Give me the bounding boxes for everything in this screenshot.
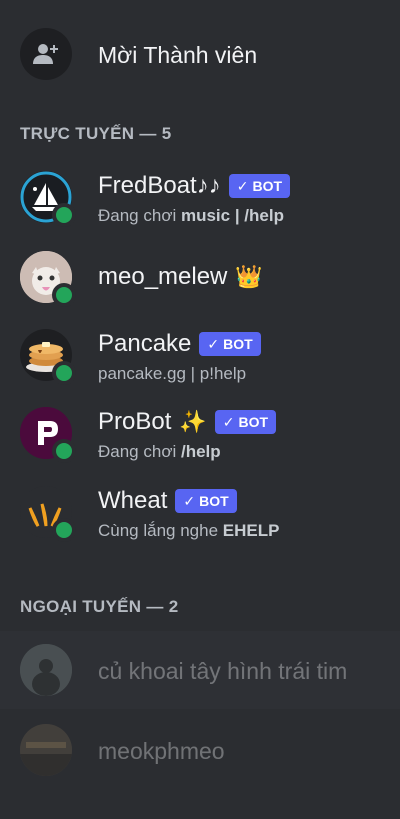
invite-members-label: Mời Thành viên <box>98 42 258 68</box>
checkmark-icon: ✓ <box>183 492 196 509</box>
avatar <box>20 724 72 776</box>
checkmark-icon: ✓ <box>222 413 235 430</box>
sparkles-icon: ✨ <box>179 409 207 434</box>
member-activity: Đang chơi /help <box>98 442 221 461</box>
online-status-dot <box>52 203 76 227</box>
member-name: Wheat <box>98 487 168 514</box>
invite-members-row[interactable]: Mời Thành viên <box>0 0 400 108</box>
member-name: củ khoai tây hình trái tim <box>98 658 348 684</box>
avatar <box>20 407 76 463</box>
member-name: meokphmeo <box>98 738 225 764</box>
bot-badge: ✓ BOT <box>228 174 291 198</box>
online-section-header: TRỰC TUYẾN — 5 <box>20 124 172 143</box>
bot-badge: ✓ BOT <box>175 489 237 513</box>
avatar <box>20 251 76 307</box>
checkmark-icon: ✓ <box>236 177 249 194</box>
member-offline-2[interactable]: meokphmeo <box>0 711 400 789</box>
avatar <box>20 329 76 385</box>
avatar <box>20 171 76 227</box>
member-name: FredBoat♪♪ <box>98 172 221 199</box>
member-probot[interactable]: ProBot ✨ ✓ BOT Đang chơi /help <box>0 394 400 472</box>
bot-badge: ✓ BOT <box>214 410 277 434</box>
offline-section-header: NGOẠI TUYẾN — 2 <box>20 597 179 616</box>
avatar <box>20 644 72 696</box>
member-meo-melew[interactable]: meo_melew 👑 <box>0 238 400 316</box>
online-status-dot <box>52 361 76 385</box>
member-offline-1[interactable]: củ khoai tây hình trái tim <box>0 631 400 709</box>
member-pancake[interactable]: Pancake ✓ BOT pancake.gg | p!help <box>0 316 400 394</box>
member-activity: Cùng lắng nghe EHELP <box>98 521 280 540</box>
online-status-dot <box>52 283 76 307</box>
online-status-dot <box>52 439 76 463</box>
avatar <box>20 486 76 542</box>
member-fredboat[interactable]: FredBoat♪♪ ✓ BOT Đang chơi music | /help <box>0 158 400 236</box>
add-user-icon <box>20 28 72 80</box>
member-name: Pancake <box>98 330 192 357</box>
bot-badge: ✓ BOT <box>199 332 261 356</box>
member-name: meo_melew <box>98 263 228 290</box>
online-status-dot <box>52 518 76 542</box>
member-activity: Đang chơi music | /help <box>98 206 284 225</box>
checkmark-icon: ✓ <box>207 335 220 352</box>
member-activity: pancake.gg | p!help <box>98 364 247 383</box>
member-wheat[interactable]: Wheat ✓ BOT Cùng lắng nghe EHELP <box>0 473 400 551</box>
member-name: ProBot <box>98 408 172 435</box>
crown-icon: 👑 <box>235 264 263 289</box>
